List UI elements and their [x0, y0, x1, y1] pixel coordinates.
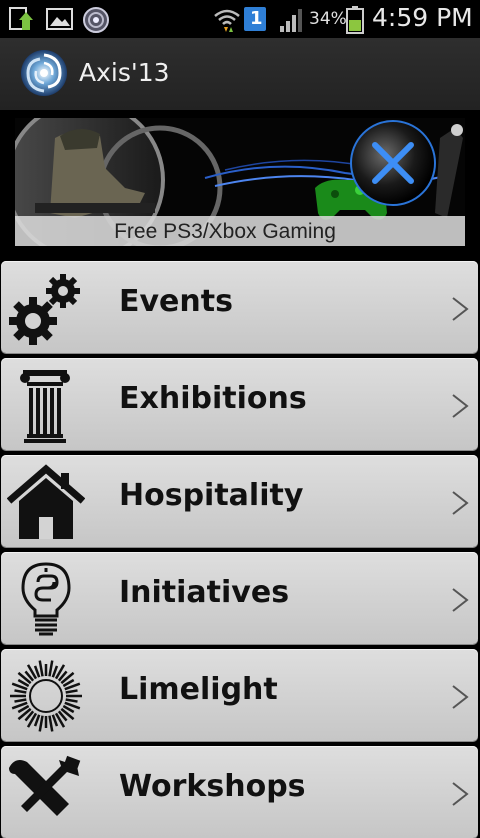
menu-item-label: Hospitality	[119, 478, 304, 513]
app-notification-icon	[82, 6, 110, 38]
upload-icon	[8, 6, 38, 36]
chevron-right-icon	[450, 683, 470, 715]
gears-icon	[7, 269, 85, 347]
battery-percent: 34%	[309, 9, 347, 29]
wifi-icon	[213, 6, 241, 38]
menu-item-events[interactable]: Events	[1, 261, 478, 353]
menu-item-hospitality[interactable]: Hospitality	[1, 455, 478, 547]
chevron-right-icon	[450, 295, 470, 327]
notification-badge: 1	[250, 8, 263, 29]
status-bar: 1 34% 4:59 PM	[0, 0, 480, 38]
app-title: Axis'13	[79, 58, 170, 87]
menu-item-initiatives[interactable]: Initiatives	[1, 552, 478, 644]
menu-item-workshops[interactable]: Workshops	[1, 746, 478, 838]
signal-icon	[278, 6, 306, 38]
promo-banner[interactable]: Free PS3/Xbox Gaming	[15, 118, 465, 246]
menu-item-limelight[interactable]: Limelight	[1, 649, 478, 741]
image-icon	[45, 6, 75, 36]
menu-item-label: Workshops	[119, 769, 306, 804]
chevron-right-icon	[450, 489, 470, 521]
chevron-right-icon	[450, 586, 470, 618]
lightbulb-icon	[7, 560, 85, 638]
tools-icon	[7, 754, 85, 832]
action-bar: Axis'13	[0, 38, 480, 110]
house-icon	[6, 463, 86, 541]
menu-item-label: Limelight	[119, 672, 278, 707]
sunburst-icon	[7, 657, 85, 735]
chevron-right-icon	[450, 392, 470, 424]
pillar-icon	[7, 366, 85, 444]
banner-caption: Free PS3/Xbox Gaming	[114, 220, 336, 243]
battery-icon	[346, 6, 364, 38]
menu-item-label: Exhibitions	[119, 381, 307, 416]
swirl-logo-icon[interactable]	[20, 49, 68, 101]
menu-item-label: Events	[119, 284, 233, 319]
banner-area: Free PS3/Xbox Gaming	[0, 110, 480, 260]
menu-item-exhibitions[interactable]: Exhibitions	[1, 358, 478, 450]
chevron-right-icon	[450, 780, 470, 812]
menu-item-label: Initiatives	[119, 575, 290, 610]
notification-badge-icon: 1	[244, 7, 266, 35]
clock: 4:59 PM	[372, 3, 473, 32]
